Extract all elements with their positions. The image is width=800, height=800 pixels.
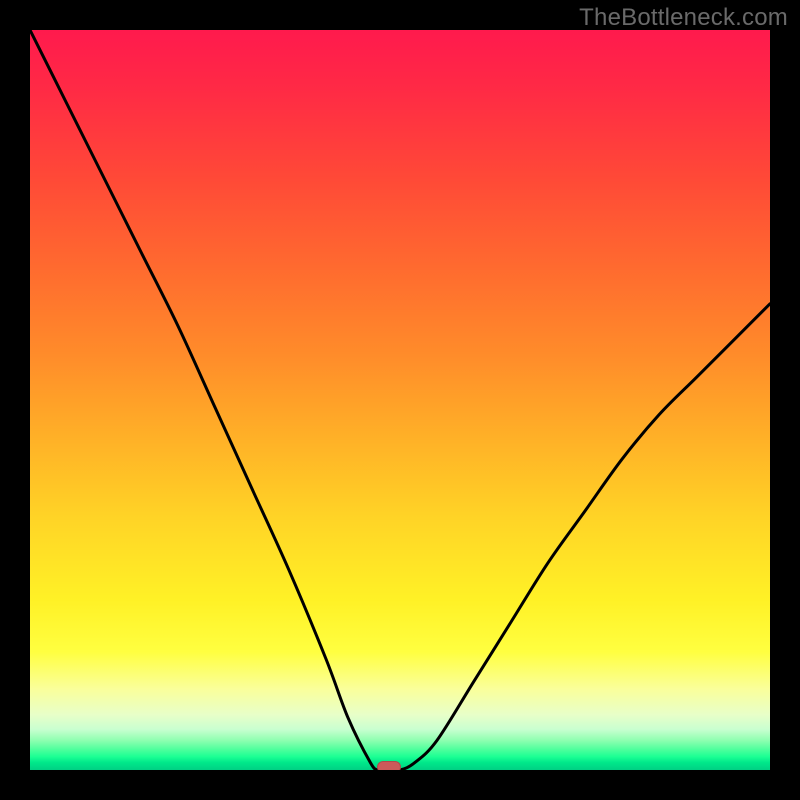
optimal-marker xyxy=(377,761,401,770)
watermark-text: TheBottleneck.com xyxy=(579,4,788,32)
plot-area xyxy=(30,30,770,770)
bottleneck-curve-svg xyxy=(30,30,770,770)
bottleneck-curve-path xyxy=(30,30,770,770)
